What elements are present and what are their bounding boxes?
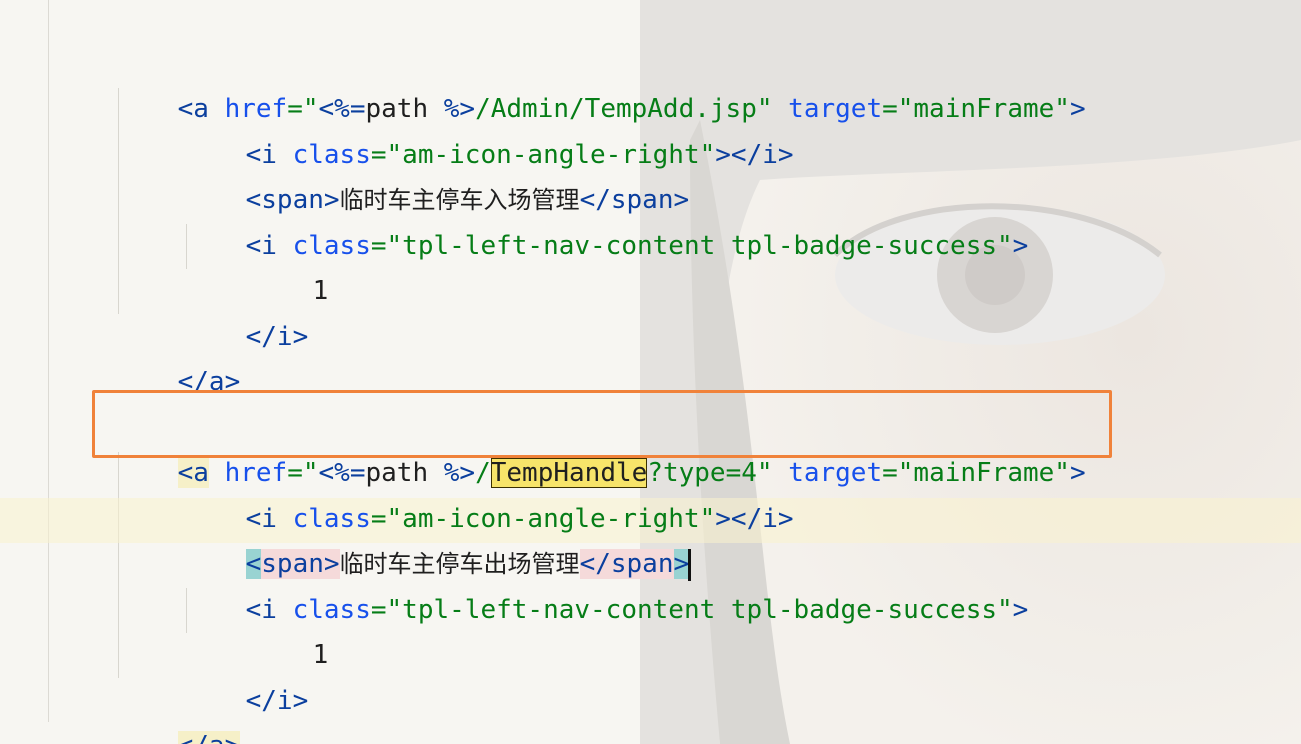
code-line[interactable]: <i class="tpl-left-nav-content tpl-badge… (183, 179, 1029, 261)
tag-token: > (1069, 458, 1086, 488)
annotation-highlight-box (92, 390, 1112, 458)
string-token: "mainFrame" (897, 458, 1070, 488)
code-line[interactable]: <i class="am-icon-angle-right"></i> (183, 452, 794, 534)
punct-token: = (370, 231, 387, 261)
code-line[interactable]: </i> (183, 634, 309, 716)
string-token: "tpl-left-nav-content tpl-badge-success" (386, 231, 1013, 261)
punct-token: = (882, 94, 898, 124)
code-line[interactable]: <span>临时车主停车出场管理</span> (183, 497, 692, 581)
text-token: 1 (312, 640, 329, 670)
tag-token: </a (177, 731, 225, 744)
tag-token: > (1012, 231, 1029, 261)
attr-token: target (788, 94, 883, 124)
tag-token: > (1012, 595, 1029, 625)
tag-token: > (715, 140, 731, 170)
tag-token: > (715, 504, 731, 534)
tag-token: </i (730, 140, 778, 170)
code-line[interactable]: 1 (250, 588, 329, 670)
code-line[interactable]: </a> (115, 679, 241, 744)
tag-token: > (224, 731, 241, 744)
tag-token: > (777, 140, 794, 170)
tag-token: > (777, 504, 794, 534)
tag-token: > (292, 322, 309, 352)
editor-gutter-separator (48, 0, 49, 722)
tag-token: </i (245, 322, 293, 352)
code-line[interactable]: <span>临时车主停车入场管理</span> (183, 133, 690, 215)
code-line[interactable]: <i class="am-icon-angle-right"></i> (183, 88, 794, 170)
punct-token: = (882, 458, 898, 488)
tag-token: </i (730, 504, 778, 534)
string-token: "mainFrame" (897, 94, 1070, 124)
punct-token: = (370, 595, 387, 625)
tag-token: > (1069, 94, 1086, 124)
code-line[interactable]: </i> (183, 270, 309, 352)
attr-token: target (788, 458, 883, 488)
tag-token: > (292, 686, 309, 716)
code-line[interactable]: <a href="<%=path %>/Admin/TempAdd.jsp" t… (115, 42, 1086, 124)
code-line[interactable]: </a> (115, 315, 241, 397)
string-token: "tpl-left-nav-content tpl-badge-success" (386, 595, 1013, 625)
text-token: 1 (312, 276, 329, 306)
code-line[interactable]: <i class="tpl-left-nav-content tpl-badge… (183, 543, 1029, 625)
code-line[interactable]: 1 (250, 224, 329, 306)
tag-token: </i (245, 686, 293, 716)
